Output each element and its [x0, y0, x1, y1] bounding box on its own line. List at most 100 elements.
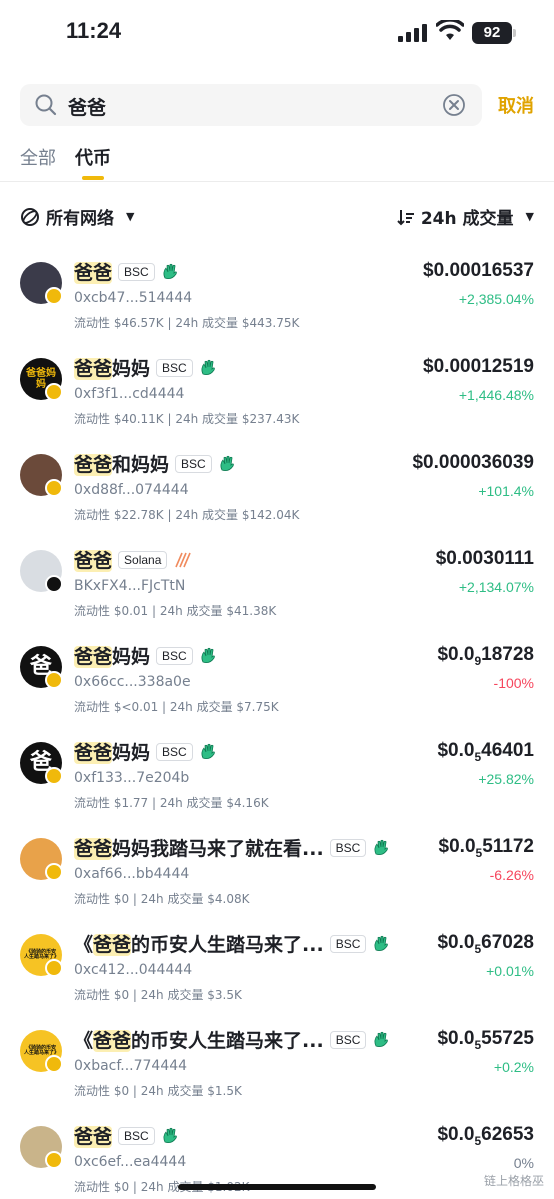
token-row[interactable]: 《骑骑的币安人生踏马来了》 《爸爸的币安人生踏马来了... BSC 0xbacf…: [0, 1016, 554, 1112]
price-tail: 62653: [481, 1124, 534, 1145]
token-name-highlight: 爸爸: [74, 646, 113, 668]
token-name-highlight: 爸爸: [74, 358, 113, 380]
token-change: +2,134.07%: [458, 579, 534, 595]
price-tail: 67028: [481, 932, 534, 953]
token-name: 爸爸妈妈我踏马来了就在看...: [74, 834, 324, 861]
token-address: 0xf3f1...cd4444: [74, 386, 185, 402]
home-indicator: [178, 1184, 376, 1190]
clear-search-icon[interactable]: [442, 93, 466, 117]
price-main: $0.000036039: [412, 452, 534, 473]
bsc-chain-icon: [45, 863, 63, 881]
price-tail: 51172: [482, 836, 534, 857]
battery-tip: [513, 29, 516, 37]
tab-all[interactable]: 全部: [20, 144, 56, 170]
token-name-prefix: 《: [74, 934, 94, 956]
price-main: $0.0: [438, 836, 476, 857]
token-name-highlight: 爸爸: [74, 550, 113, 572]
active-tab-indicator: [82, 176, 104, 180]
token-price: $0.0030111: [436, 548, 534, 572]
bsc-chain-icon: [45, 1055, 63, 1073]
search-bar[interactable]: 爸爸: [20, 84, 482, 126]
token-list: 爸爸 BSC 0xcb47...514444 流动性 $46.57K | 24h…: [0, 248, 554, 1199]
price-main: $0.0: [437, 644, 475, 665]
token-name-line: 爸爸妈妈 BSC: [74, 738, 217, 765]
token-address: 0xf133...7e204b: [74, 770, 190, 786]
network-filter-label: 所有网络: [46, 209, 114, 229]
token-name-highlight: 爸爸: [93, 1030, 132, 1052]
token-liquidity-volume: 流动性 $0.01 | 24h 成交量 $41.38K: [74, 604, 277, 618]
chevron-down-icon: ▼: [525, 210, 534, 223]
watermark: 链上格格巫: [483, 1174, 544, 1188]
token-name: 爸爸: [74, 1122, 113, 1149]
token-row[interactable]: 爸爸 Solana BKxFX4...FJcTtN 流动性 $0.01 | 24…: [0, 536, 554, 632]
token-name-rest: 的币安人生踏马来了...: [131, 934, 324, 956]
price-main: $0.00016537: [423, 260, 534, 281]
search-input[interactable]: 爸爸: [68, 93, 106, 120]
token-change: -6.26%: [489, 867, 534, 883]
network-filter[interactable]: 所有网络 ▼: [20, 204, 134, 229]
token-row[interactable]: 爸 爸爸妈妈 BSC 0x66cc...338a0e 流动性 $<0.01 | …: [0, 632, 554, 728]
token-name-line: 爸爸 Solana: [74, 546, 192, 573]
wifi-icon: [436, 20, 464, 40]
sort-filter-label: 24h 成交量: [420, 209, 514, 229]
waving-hand-icon: [374, 935, 389, 951]
token-row[interactable]: 《骑骑的币安人生踏马来了》 《爸爸的币安人生踏马来了... BSC 0xc412…: [0, 920, 554, 1016]
token-price: $0.0555725: [437, 1028, 534, 1052]
price-tail: 18728: [481, 644, 534, 665]
token-liquidity-volume: 流动性 $40.11K | 24h 成交量 $237.43K: [74, 412, 300, 426]
chain-tag: BSC: [118, 1126, 155, 1145]
battery-icon: 92: [472, 22, 512, 44]
network-icon: [21, 207, 39, 226]
token-change: +101.4%: [478, 483, 534, 499]
token-name-highlight: 爸爸: [74, 454, 113, 476]
token-change: +2,385.04%: [458, 291, 534, 307]
waving-hand-icon: [163, 263, 177, 279]
token-address: 0xc412...044444: [74, 962, 193, 978]
token-name-rest: 和妈妈: [112, 454, 170, 476]
token-row[interactable]: 爸爸 BSC 0xcb47...514444 流动性 $46.57K | 24h…: [0, 248, 554, 344]
pump-icon: [175, 552, 192, 567]
cancel-button[interactable]: 取消: [498, 92, 534, 118]
bsc-chain-icon: [45, 383, 63, 401]
tab-tokens[interactable]: 代币: [75, 144, 111, 170]
token-row[interactable]: 爸爸和妈妈 BSC 0xd88f...074444 流动性 $22.78K | …: [0, 440, 554, 536]
token-name: 爸爸和妈妈: [74, 450, 169, 477]
chain-tag: BSC: [329, 838, 367, 857]
chain-tag: BSC: [156, 358, 193, 377]
waving-hand-icon: [201, 743, 215, 759]
token-name-highlight: 爸爸: [74, 1126, 113, 1148]
token-address: 0xd88f...074444: [74, 482, 189, 498]
chain-tag: BSC: [329, 934, 367, 953]
token-name-line: 爸爸和妈妈 BSC: [74, 450, 236, 477]
token-price: $0.0918728: [437, 644, 534, 668]
token-price: $0.000036039: [412, 452, 534, 476]
waving-hand-icon: [201, 647, 215, 663]
token-row[interactable]: 爸爸妈妈我踏马来了就在看... BSC 0xaf66...bb4444 流动性 …: [0, 824, 554, 920]
chain-tag: BSC: [156, 742, 193, 761]
bsc-chain-icon: [45, 767, 63, 785]
token-name-line: 爸爸 BSC: [74, 1122, 179, 1149]
token-address: BKxFX4...FJcTtN: [74, 578, 186, 594]
token-row[interactable]: 爸爸妈妈 爸爸妈妈 BSC 0xf3f1...cd4444 流动性 $40.11…: [0, 344, 554, 440]
chain-tag: BSC: [329, 1030, 367, 1049]
bsc-chain-icon: [45, 959, 63, 977]
bsc-chain-icon: [45, 479, 63, 497]
token-price: $0.0567028: [437, 932, 534, 956]
token-change: +0.2%: [493, 1059, 534, 1075]
token-price: $0.00012519: [423, 356, 534, 380]
token-change: +1,446.48%: [458, 387, 534, 403]
token-name-prefix: 《: [74, 1030, 94, 1052]
token-price: $0.0562653: [437, 1124, 534, 1148]
token-liquidity-volume: 流动性 $1.77 | 24h 成交量 $4.16K: [74, 796, 269, 810]
token-row[interactable]: 爸 爸爸妈妈 BSC 0xf133...7e204b 流动性 $1.77 | 2…: [0, 728, 554, 824]
sort-icon: [397, 209, 414, 225]
chain-tag: BSC: [118, 262, 155, 281]
price-main: $0.00012519: [423, 356, 534, 377]
filter-bar: 所有网络 ▼ 24h 成交量 ▼: [0, 200, 554, 232]
price-main: $0.0030111: [435, 548, 534, 569]
sort-filter[interactable]: 24h 成交量 ▼: [397, 204, 534, 229]
token-address: 0xcb47...514444: [74, 290, 193, 306]
waving-hand-icon: [163, 1127, 177, 1143]
token-name: 《爸爸的币安人生踏马来了...: [74, 930, 324, 957]
token-name-rest: 妈妈我踏马来了就在看...: [112, 838, 324, 860]
